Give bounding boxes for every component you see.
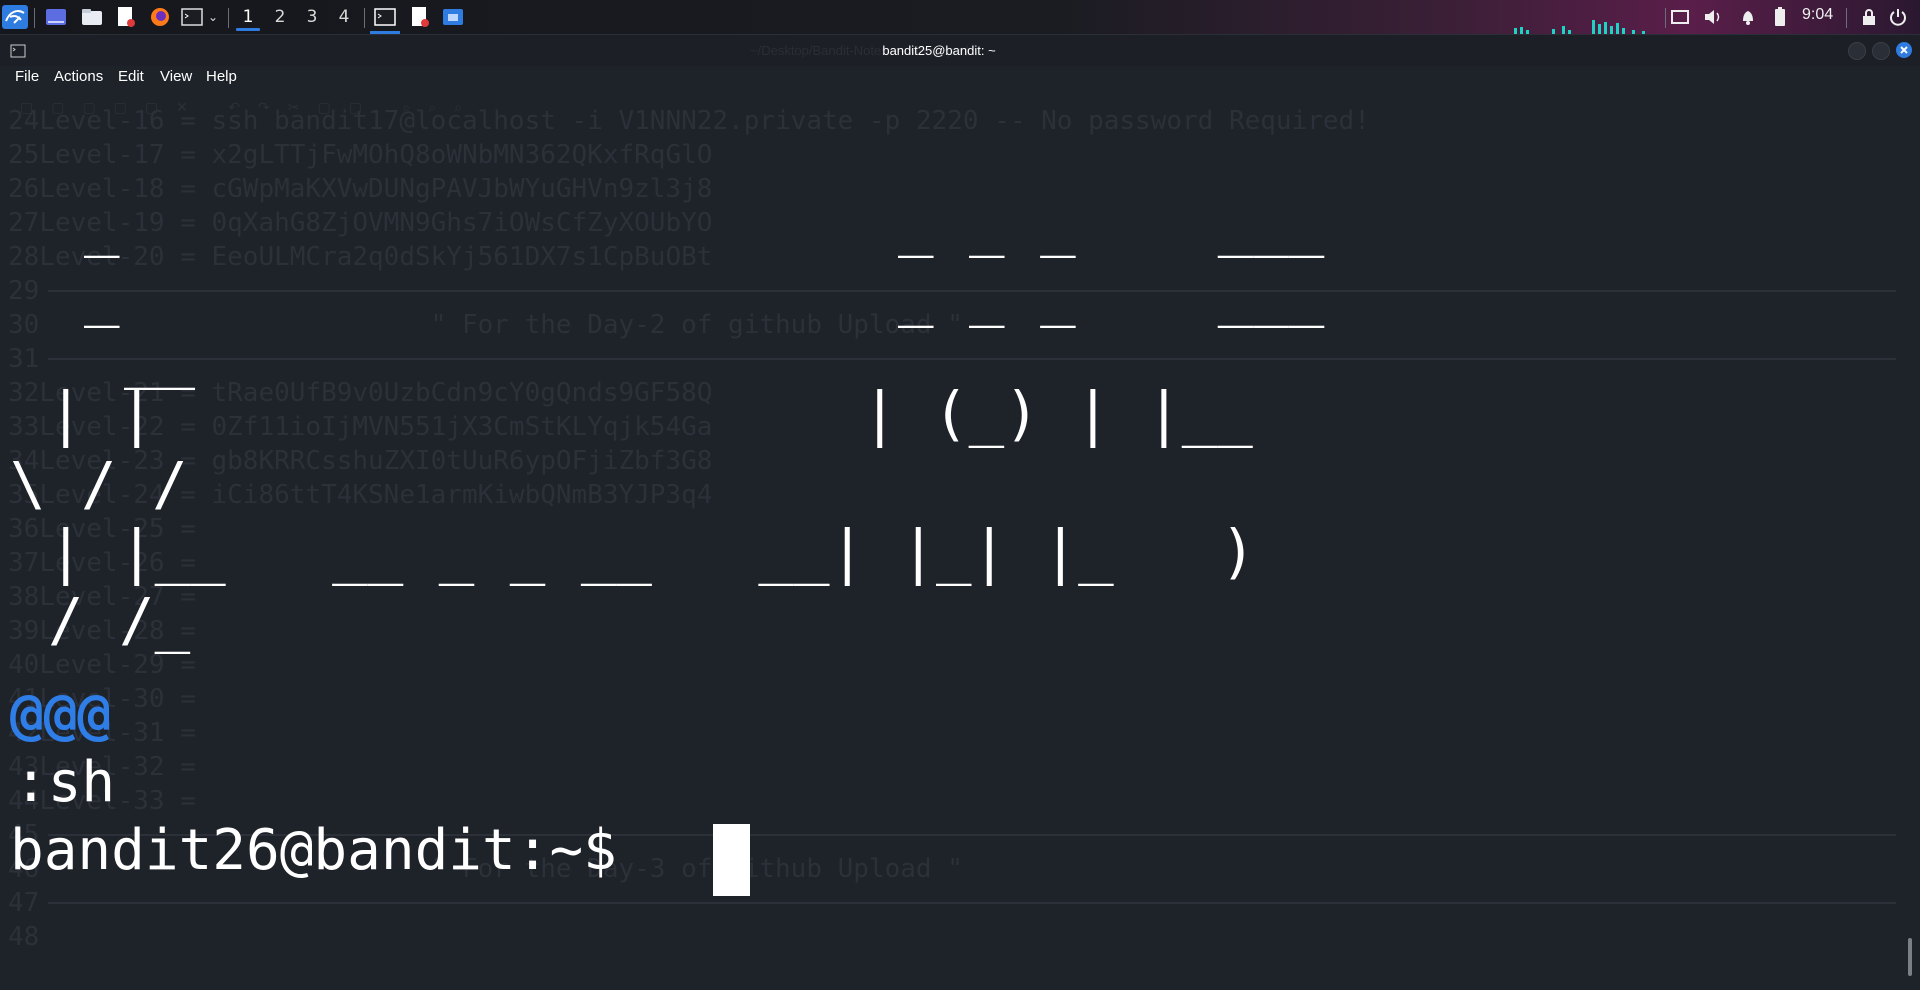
editor-line: 29 bbox=[8, 276, 39, 306]
kali-menu-icon[interactable] bbox=[2, 5, 28, 29]
editor-separator bbox=[48, 358, 1896, 360]
bell-icon[interactable] bbox=[1738, 5, 1758, 29]
panel-separator bbox=[34, 8, 35, 28]
panel-separator bbox=[364, 8, 365, 28]
file-manager-icon[interactable] bbox=[80, 5, 104, 29]
line-text: Level-19 = 0qXahG8ZjOVMN9Ghs7iOWsCfZyXOU… bbox=[39, 208, 713, 238]
line-number: 31 bbox=[8, 344, 40, 374]
show-desktop-icon[interactable] bbox=[44, 5, 68, 29]
firefox-icon[interactable] bbox=[148, 5, 172, 29]
text-cursor bbox=[713, 824, 750, 896]
panel-separator bbox=[1846, 8, 1847, 28]
shell-prompt: bandit26@bandit:~$ bbox=[10, 818, 617, 883]
close-icon bbox=[1900, 46, 1908, 54]
art-fragment-9: | |__ __ _ _ __ __| |_| |_ ) bbox=[48, 517, 1256, 586]
lock-icon[interactable] bbox=[1860, 5, 1878, 29]
line-text: Level-20 = EeoULMCra2q0dSkYj561DX7s1CpBu… bbox=[39, 242, 713, 272]
top-panel: ⌄ 1 2 3 4 9:04 bbox=[0, 0, 1920, 35]
line-number: 27 bbox=[8, 208, 40, 238]
art-fragment-8: \ / / bbox=[10, 449, 188, 518]
editor-line: 47 bbox=[8, 888, 39, 918]
editor-line: 31 bbox=[8, 344, 39, 374]
art-fragment-1: _ bbox=[84, 189, 120, 258]
panel-separator bbox=[228, 8, 229, 28]
active-task-indicator bbox=[370, 31, 400, 34]
art-fragment-7: | (_) | |__ bbox=[862, 379, 1253, 448]
display-icon[interactable] bbox=[1670, 5, 1690, 29]
panel-separator bbox=[1665, 8, 1666, 28]
line-number: 39 bbox=[8, 616, 40, 646]
line-number: 36 bbox=[8, 514, 40, 544]
editor-window-icon[interactable] bbox=[408, 5, 432, 29]
window-titlebar[interactable]: ~/Desktop/Bandit-Notes — Mousepad bandit… bbox=[0, 35, 1920, 66]
line-number: 37 bbox=[8, 548, 40, 578]
minimize-button[interactable] bbox=[1848, 42, 1866, 60]
line-number: 25 bbox=[8, 140, 40, 170]
power-icon[interactable] bbox=[1888, 5, 1908, 29]
at-signs: @@@ bbox=[10, 682, 112, 747]
editor-line: 25Level-17 = x2gLTTjFwMOhQ8oWNbMN362QKxf… bbox=[8, 140, 712, 170]
line-number: 40 bbox=[8, 650, 40, 680]
line-number: 32 bbox=[8, 378, 40, 408]
vi-command-line: :sh bbox=[14, 750, 116, 815]
terminal-icon[interactable] bbox=[180, 5, 204, 29]
terminal-window-icon[interactable] bbox=[372, 5, 398, 29]
art-fragment-2: _ _ _ ___ bbox=[898, 189, 1325, 258]
workspace-3[interactable]: 3 bbox=[298, 4, 326, 30]
line-number: 38 bbox=[8, 582, 40, 612]
line-text: Level-18 = cGWpMaKXVwDUNgPAVJbWYuGHVn9zl… bbox=[39, 174, 713, 204]
workspace-2[interactable]: 2 bbox=[266, 4, 294, 30]
art-fragment-5: __ bbox=[124, 321, 196, 390]
scrollbar[interactable] bbox=[1908, 938, 1912, 976]
close-button[interactable] bbox=[1896, 42, 1912, 58]
menu-actions[interactable]: Actions bbox=[54, 68, 103, 85]
menu-bar: File Actions Edit View Help bbox=[0, 66, 1920, 88]
workspace-1[interactable]: 1 bbox=[234, 4, 262, 31]
art-fragment-6: | | bbox=[48, 379, 155, 448]
line-number: 24 bbox=[8, 106, 40, 136]
maximize-button[interactable] bbox=[1872, 42, 1890, 60]
line-number: 33 bbox=[8, 412, 40, 442]
line-number: 29 bbox=[8, 276, 40, 306]
menu-view[interactable]: View bbox=[160, 68, 192, 85]
menu-file[interactable]: File bbox=[15, 68, 39, 85]
editor-line: 40Level-29 = bbox=[8, 650, 196, 680]
clock[interactable]: 9:04 bbox=[1802, 6, 1833, 24]
cpu-graph bbox=[1512, 18, 1662, 34]
files-window-icon[interactable] bbox=[440, 5, 466, 29]
menu-edit[interactable]: Edit bbox=[118, 68, 144, 85]
art-fragment-4: _ _ _ ___ bbox=[898, 259, 1325, 328]
line-number: 47 bbox=[8, 888, 40, 918]
text-editor-icon[interactable] bbox=[114, 5, 138, 29]
battery-icon[interactable] bbox=[1772, 5, 1788, 29]
art-fragment-10: / /_ bbox=[48, 585, 191, 654]
chevron-down-icon[interactable]: ⌄ bbox=[206, 5, 220, 29]
volume-icon[interactable] bbox=[1702, 5, 1724, 29]
editor-line: 48 bbox=[8, 922, 39, 952]
line-number: 26 bbox=[8, 174, 40, 204]
line-number: 48 bbox=[8, 922, 40, 952]
window-title: bandit25@bandit: ~ bbox=[882, 43, 996, 58]
art-fragment-3: _ bbox=[84, 259, 120, 328]
editor-separator bbox=[48, 902, 1896, 904]
menu-help[interactable]: Help bbox=[206, 68, 237, 85]
editor-line: 24Level-16 = ssh bandit17@localhost -i V… bbox=[8, 106, 1370, 136]
line-text: Level-17 = x2gLTTjFwMOhQ8oWNbMN362QKxfRq… bbox=[39, 140, 713, 170]
line-number: 28 bbox=[8, 242, 40, 272]
line-number: 30 bbox=[8, 310, 40, 340]
terminal-area[interactable]: ▢▢▢▢▢✕ ↶↷✂▢▢ ⌕⌕⌕ 24Level-16 = ssh bandit… bbox=[0, 90, 1920, 990]
workspace-4[interactable]: 4 bbox=[330, 4, 358, 30]
line-text: Level-16 = ssh bandit17@localhost -i V1N… bbox=[39, 106, 1370, 136]
line-text: Level-29 = bbox=[39, 650, 196, 680]
